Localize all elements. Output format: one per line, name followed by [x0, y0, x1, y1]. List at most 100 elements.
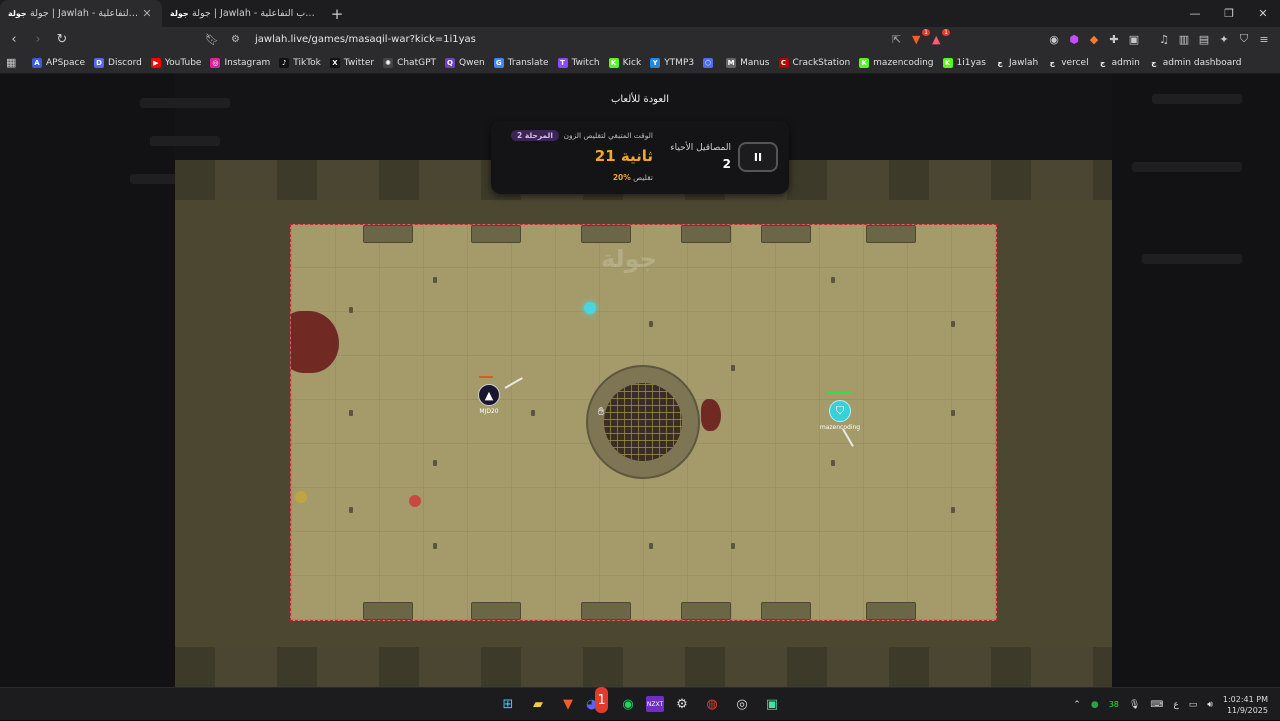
brave-shields-icon[interactable]: ▼ 1 — [912, 28, 932, 47]
bookmark-label: 1i1yas — [956, 57, 986, 68]
bookmark-item[interactable]: C CrackStation — [778, 57, 850, 68]
leo-ai-icon[interactable]: ✦ — [1216, 30, 1232, 48]
player-health-bar — [828, 392, 852, 394]
bookmark-item[interactable]: X Twitter — [329, 57, 375, 68]
share-icon[interactable]: ⇱ — [892, 33, 912, 46]
steam-icon[interactable]: ⚙ — [670, 691, 694, 717]
bookmark-item[interactable]: ✺ ChatGPT — [383, 57, 436, 68]
bookmark-item[interactable]: T Twitch — [557, 57, 600, 68]
bookmark-favicon-icon: D — [94, 57, 105, 68]
url-text[interactable]: jawlah.live/games/masaqil-war?kick=1i1ya… — [255, 34, 892, 45]
language-indicator[interactable]: ع — [1173, 700, 1178, 710]
address-bar[interactable]: 🔖︎ ⚙ jawlah.live/games/masaqil-war?kick=… — [205, 28, 952, 50]
clock[interactable]: 1:02:41 PM 11/9/2025 — [1223, 694, 1268, 716]
tray-overflow-icon[interactable]: ⌃ — [1073, 700, 1081, 710]
chrome-icon[interactable]: ◍ — [700, 691, 724, 717]
tab-close-icon[interactable]: ✕ — [140, 7, 154, 20]
player-mazencoding[interactable]: ⛉ — [829, 400, 851, 422]
bookmark-item[interactable]: ج vercel — [1047, 57, 1089, 68]
tray-green-icon[interactable]: ● — [1091, 700, 1099, 710]
tab-active[interactable]: جولة جولة | Jawlah - منصة الألعاب التفاع… — [0, 0, 162, 27]
player-sword — [504, 377, 523, 389]
brave-rewards-icon[interactable]: ▲ 1 — [932, 28, 952, 47]
player-mjd20[interactable]: ▲ — [478, 384, 500, 406]
grate — [604, 383, 682, 461]
bookmark-item[interactable]: ج admin dashboard — [1148, 57, 1241, 68]
extensions-puzzle-icon[interactable]: ✚ — [1106, 30, 1122, 48]
microphone-icon[interactable]: 🎙︎ — [1129, 700, 1140, 710]
bookmark-label: Twitter — [343, 57, 375, 68]
wallet-icon[interactable]: ▤ — [1196, 30, 1212, 48]
spotify-icon[interactable]: ◉ — [616, 691, 640, 717]
bookmark-item[interactable]: ♪ TikTok — [279, 57, 321, 68]
nzxt-icon[interactable]: NZXT — [646, 696, 664, 712]
reload-icon[interactable]: ↻ — [52, 30, 72, 50]
brave-browser-icon[interactable]: ▼ — [556, 691, 580, 717]
tab-favicon: جولة — [170, 8, 189, 18]
bookmark-label: Manus — [740, 57, 770, 68]
arena-watermark: جولة — [601, 245, 657, 273]
background-sidebar-right — [1112, 74, 1280, 687]
keyboard-icon[interactable]: ⌨ — [1150, 700, 1163, 710]
github-icon[interactable]: ◎ — [730, 691, 754, 717]
player-sword — [842, 428, 854, 447]
bookmark-item[interactable]: Q Qwen — [445, 57, 485, 68]
windows-start-icon[interactable]: ⊞ — [496, 691, 520, 717]
blood-splatter — [701, 399, 721, 431]
bookmark-item[interactable]: ج Jawlah — [994, 57, 1039, 68]
extension-fire-icon[interactable]: ◆ — [1086, 30, 1102, 48]
bookmark-item[interactable]: K 1i1yas — [942, 57, 986, 68]
red-powerup-orb — [409, 495, 421, 507]
forward-arrow-icon[interactable]: › — [28, 30, 48, 50]
arena-wall-bottom — [291, 600, 996, 620]
bookmark-item[interactable]: ◎ Instagram — [210, 57, 270, 68]
tab-favicon: جولة — [8, 8, 27, 18]
volume-icon[interactable]: 🔊︎ — [1207, 700, 1213, 710]
bookmark-item[interactable]: A APSpace — [32, 57, 86, 68]
vpn-shield-icon[interactable]: ⛉ — [1236, 30, 1252, 48]
center-grate-pit — [586, 365, 700, 479]
bookmark-item[interactable]: ▶ YouTube — [150, 57, 201, 68]
minimize-icon[interactable]: — — [1178, 0, 1212, 27]
bookmark-label: Jawlah — [1008, 57, 1039, 68]
back-to-games-button[interactable]: العودة للألعاب — [590, 90, 690, 110]
bookmark-item[interactable]: G Translate — [493, 57, 549, 68]
network-icon[interactable]: ▭ — [1189, 700, 1198, 710]
bookmark-item[interactable]: K Kick — [608, 57, 641, 68]
restore-icon[interactable]: ❐ — [1212, 0, 1246, 27]
apps-grid-icon[interactable]: ▦ — [6, 56, 32, 69]
site-settings-icon[interactable]: ⚙ — [231, 34, 249, 45]
chat-app-icon[interactable]: ▣ — [760, 691, 784, 717]
clock-date: 11/9/2025 — [1226, 705, 1268, 715]
sidebar-icon[interactable]: ▥ — [1176, 30, 1192, 48]
bookmark-label: APSpace — [46, 57, 86, 68]
close-window-icon[interactable]: ✕ — [1246, 0, 1280, 27]
tab-inactive[interactable]: جولة جولة | Jawlah - منصة الألعاب التفاع… — [162, 0, 324, 27]
new-tab-button[interactable]: + — [324, 0, 350, 27]
tray-count-badge[interactable]: 38 — [1109, 700, 1119, 709]
bookmark-item[interactable]: ⬡ — [703, 57, 717, 68]
file-explorer-icon[interactable]: ▰ — [526, 691, 550, 717]
screenshot-icon[interactable]: ▣ — [1126, 30, 1142, 48]
bookmark-favicon-icon: K — [608, 57, 619, 68]
vpn-icon[interactable]: ◉ — [1046, 30, 1062, 48]
bookmark-item[interactable]: Y YTMP3 — [650, 57, 694, 68]
zone-time-label: الوقت المتبقي لتقليص الزون — [563, 131, 653, 140]
bookmark-icon[interactable]: 🔖︎ — [205, 33, 225, 46]
extension-shield-icon[interactable]: ⬢ — [1066, 30, 1082, 48]
back-arrow-icon[interactable]: ‹ — [4, 30, 24, 50]
bookmark-item[interactable]: D Discord — [94, 57, 142, 68]
game-arena[interactable]: جولة ▲ MJD20 ⛉ mazencoding ✋︎ — [290, 224, 997, 621]
cyan-powerup-orb — [584, 302, 596, 314]
shrink-value: 20% — [612, 173, 631, 182]
bookmark-item[interactable]: M Manus — [726, 57, 770, 68]
alive-players-count: 2 — [722, 157, 731, 171]
bookmark-item[interactable]: ج admin — [1097, 57, 1140, 68]
pause-button[interactable]: II — [738, 142, 778, 172]
media-icon[interactable]: ♫ — [1156, 30, 1172, 48]
bookmark-favicon-icon: ✺ — [383, 57, 394, 68]
bookmark-favicon-icon: ج — [1097, 57, 1108, 68]
menu-icon[interactable]: ≡ — [1256, 30, 1272, 48]
discord-icon[interactable]: ◕ 1 — [586, 687, 610, 717]
bookmark-item[interactable]: Kmazencoding — [859, 57, 934, 68]
